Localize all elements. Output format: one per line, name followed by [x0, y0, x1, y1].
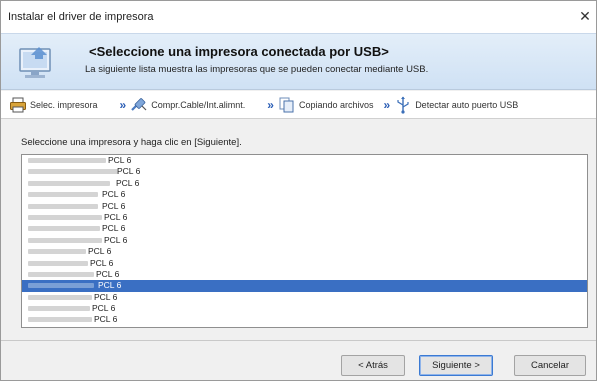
step-label: Detectar auto puerto USB	[415, 99, 519, 110]
page-heading: <Seleccione una impresora conectada por …	[89, 44, 389, 59]
blurred-printer-name	[28, 180, 110, 186]
blurred-printer-name	[28, 317, 92, 323]
step-select-printer: Selec. impresora	[9, 96, 98, 114]
blurred-printer-name	[28, 158, 106, 163]
back-button[interactable]: < Atrás	[341, 355, 405, 376]
blurred-printer-name	[28, 214, 102, 220]
list-item[interactable]: PCL 6	[22, 155, 587, 166]
printer-driver-label: PCL 6	[90, 257, 114, 268]
blurred-printer-name	[28, 192, 98, 198]
blurred-printer-name	[28, 260, 88, 266]
step-separator: »	[267, 97, 274, 112]
list-item[interactable]: PCL 6	[22, 201, 587, 212]
printer-icon	[10, 97, 26, 112]
usb-icon	[397, 96, 409, 114]
instruction-text: Seleccione una impresora y haga clic en …	[21, 137, 242, 148]
installer-window: Instalar el driver de impresora ✕ <Selec…	[0, 0, 597, 381]
list-item[interactable]: PCL 6	[22, 269, 587, 280]
list-item[interactable]: PCL 6	[22, 235, 587, 246]
printer-driver-label: PCL 6	[104, 234, 128, 245]
printer-driver-label: PCL 6	[102, 223, 126, 234]
list-item[interactable]: PCL 6	[22, 303, 587, 314]
list-item[interactable]: PCL 6	[22, 223, 587, 234]
steps-bar: Selec. impresora » Compr.Cable/Int.alimn…	[1, 91, 596, 119]
printer-driver-label: PCL 6	[92, 303, 116, 314]
blurred-printer-name	[28, 294, 92, 300]
printer-driver-label: PCL 6	[94, 314, 118, 325]
monitor-icon	[19, 47, 51, 78]
list-item[interactable]: PCL 6	[22, 212, 587, 223]
step-label: Copiando archivos	[298, 99, 374, 110]
printer-driver-label: PCL 6	[117, 166, 141, 177]
next-button[interactable]: Siguiente >	[419, 355, 493, 376]
printer-driver-label: PCL 6	[102, 200, 126, 211]
list-item[interactable]: PCL 6	[22, 189, 587, 200]
printer-driver-label: PCL 6	[88, 246, 112, 257]
close-icon[interactable]: ✕	[576, 7, 594, 25]
printer-driver-label: PCL 6	[102, 189, 126, 200]
blurred-printer-name	[28, 203, 98, 209]
step-check-cable: Compr.Cable/Int.alimnt.	[130, 96, 245, 114]
printer-driver-label: PCL 6	[94, 291, 118, 302]
step-label: Compr.Cable/Int.alimnt.	[151, 99, 246, 110]
step-detect-usb: Detectar auto puerto USB	[394, 96, 518, 114]
list-item[interactable]: PCL 6	[22, 258, 587, 269]
step-label: Selec. impresora	[30, 99, 98, 110]
header-banner: <Seleccione una impresora conectada por …	[1, 33, 596, 90]
blurred-printer-name	[28, 169, 118, 175]
title-bar: Instalar el driver de impresora ✕	[1, 1, 596, 33]
copy-files-icon	[279, 97, 294, 112]
printer-list[interactable]: PCL 6 PCL 6 PCL 6 PCL 6 PCL 6 PCL 6 PCL …	[21, 154, 588, 328]
window-title: Instalar el driver de impresora	[8, 11, 154, 23]
cable-icon	[131, 97, 147, 111]
step-separator: »	[383, 97, 391, 112]
blurred-printer-name	[28, 271, 94, 277]
blurred-printer-name	[28, 283, 94, 289]
printer-driver-label: PCL 6	[116, 177, 140, 188]
step-separator: »	[119, 97, 127, 112]
cancel-button[interactable]: Cancelar	[514, 355, 586, 376]
list-item[interactable]: PCL 6	[22, 314, 587, 325]
blurred-printer-name	[28, 249, 86, 255]
blurred-printer-name	[28, 306, 90, 312]
list-item[interactable]: PCL 6	[22, 246, 587, 257]
list-item[interactable]: PCL 6	[22, 166, 587, 177]
list-item[interactable]: PCL 6	[22, 292, 587, 303]
footer-divider	[1, 340, 596, 341]
page-subheading: La siguiente lista muestra las impresora…	[85, 64, 429, 75]
printer-driver-label: PCL 6	[104, 211, 128, 222]
blurred-printer-name	[28, 226, 100, 232]
printer-driver-label: PCL 6	[108, 155, 132, 165]
list-item-selected[interactable]: PCL 6	[22, 280, 587, 292]
list-item[interactable]: PCL 6	[22, 178, 587, 189]
printer-driver-label: PCL 6	[96, 268, 120, 279]
step-copy-files: Copiando archivos	[278, 96, 374, 114]
printer-driver-label: PCL 6	[98, 280, 122, 291]
blurred-printer-name	[28, 237, 102, 243]
